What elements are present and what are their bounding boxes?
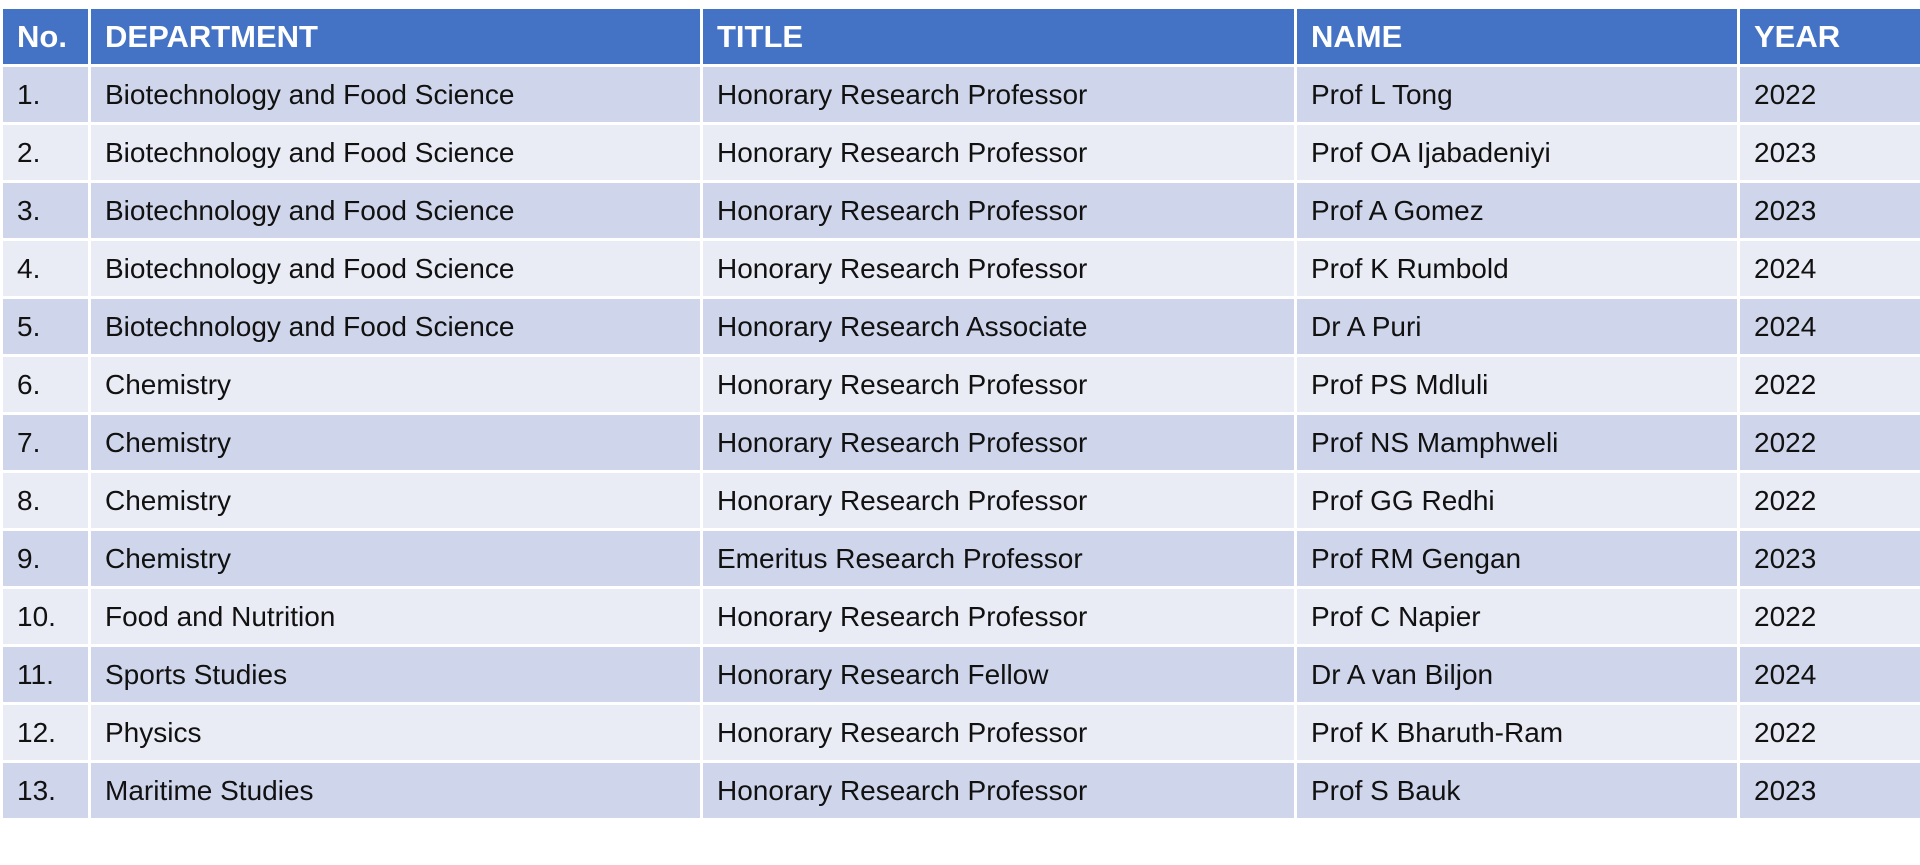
- cell-department: Chemistry: [88, 412, 703, 473]
- table-row: 3. Biotechnology and Food Science Honorary…: [0, 180, 1920, 241]
- cell-department: Chemistry: [88, 470, 703, 531]
- cell-department: Chemistry: [88, 354, 703, 415]
- cell-title: Honorary Research Professor: [700, 64, 1297, 125]
- cell-name: Prof PS Mdluli: [1294, 354, 1740, 415]
- cell-year: 2023: [1737, 528, 1920, 589]
- cell-title: Honorary Research Professor: [700, 122, 1297, 183]
- cell-year: 2024: [1737, 238, 1920, 299]
- cell-name: Dr A Puri: [1294, 296, 1740, 357]
- header-year: YEAR: [1737, 6, 1920, 67]
- cell-year: 2023: [1737, 122, 1920, 183]
- cell-name: Prof OA Ijabadeniyi: [1294, 122, 1740, 183]
- cell-department: Biotechnology and Food Science: [88, 122, 703, 183]
- cell-no: 7.: [0, 412, 91, 473]
- cell-department: Chemistry: [88, 528, 703, 589]
- cell-year: 2023: [1737, 180, 1920, 241]
- cell-name: Prof A Gomez: [1294, 180, 1740, 241]
- cell-title: Honorary Research Professor: [700, 180, 1297, 241]
- table-row: 13. Maritime Studies Honorary Research Pro…: [0, 760, 1920, 821]
- cell-title: Honorary Research Professor: [700, 354, 1297, 415]
- cell-name: Prof K Rumbold: [1294, 238, 1740, 299]
- table-row: 7. Chemistry Honorary Research Professor Pr…: [0, 412, 1920, 473]
- cell-no: 4.: [0, 238, 91, 299]
- table-row: 9. Chemistry Emeritus Research Professor Pr…: [0, 528, 1920, 589]
- cell-year: 2022: [1737, 354, 1920, 415]
- cell-title: Honorary Research Professor: [700, 412, 1297, 473]
- cell-name: Prof C Napier: [1294, 586, 1740, 647]
- table-row: 2. Biotechnology and Food Science Honorary…: [0, 122, 1920, 183]
- cell-no: 3.: [0, 180, 91, 241]
- header-name: NAME: [1294, 6, 1740, 67]
- cell-department: Biotechnology and Food Science: [88, 180, 703, 241]
- cell-no: 10.: [0, 586, 91, 647]
- table-row: 8. Chemistry Honorary Research Professor Pr…: [0, 470, 1920, 531]
- cell-department: Physics: [88, 702, 703, 763]
- cell-title: Honorary Research Associate: [700, 296, 1297, 357]
- cell-department: Maritime Studies: [88, 760, 703, 821]
- header-row: No. DEPARTMENT TITLE NAME YEAR: [0, 6, 1920, 67]
- table-row: 5. Biotechnology and Food Science Honorary…: [0, 296, 1920, 357]
- cell-title: Honorary Research Professor: [700, 470, 1297, 531]
- cell-name: Prof S Bauk: [1294, 760, 1740, 821]
- cell-year: 2023: [1737, 760, 1920, 821]
- cell-department: Biotechnology and Food Science: [88, 238, 703, 299]
- header-department: DEPARTMENT: [88, 6, 703, 67]
- cell-title: Honorary Research Fellow: [700, 644, 1297, 705]
- cell-year: 2022: [1737, 586, 1920, 647]
- cell-department: Food and Nutrition: [88, 586, 703, 647]
- cell-name: Dr A van Biljon: [1294, 644, 1740, 705]
- cell-name: Prof K Bharuth-Ram: [1294, 702, 1740, 763]
- cell-no: 1.: [0, 64, 91, 125]
- cell-title: Honorary Research Professor: [700, 238, 1297, 299]
- cell-title: Honorary Research Professor: [700, 760, 1297, 821]
- table-row: 6. Chemistry Honorary Research Professor Pr…: [0, 354, 1920, 415]
- table-body: 1. Biotechnology and Food Science Honorary…: [0, 64, 1920, 821]
- cell-year: 2024: [1737, 644, 1920, 705]
- table-container: No. DEPARTMENT TITLE NAME YEAR 1. Biotech…: [0, 6, 1920, 821]
- header-title: TITLE: [700, 6, 1297, 67]
- header-no: No.: [0, 6, 91, 67]
- cell-no: 5.: [0, 296, 91, 357]
- cell-no: 9.: [0, 528, 91, 589]
- table-row: 11. Sports Studies Honorary Research Fello…: [0, 644, 1920, 705]
- cell-year: 2024: [1737, 296, 1920, 357]
- cell-year: 2022: [1737, 470, 1920, 531]
- cell-department: Sports Studies: [88, 644, 703, 705]
- cell-name: Prof RM Gengan: [1294, 528, 1740, 589]
- table-row: 10. Food and Nutrition Honorary Research P…: [0, 586, 1920, 647]
- cell-no: 11.: [0, 644, 91, 705]
- cell-title: Emeritus Research Professor: [700, 528, 1297, 589]
- table-header: No. DEPARTMENT TITLE NAME YEAR: [0, 6, 1920, 67]
- cell-department: Biotechnology and Food Science: [88, 296, 703, 357]
- cell-no: 2.: [0, 122, 91, 183]
- cell-year: 2022: [1737, 64, 1920, 125]
- cell-no: 6.: [0, 354, 91, 415]
- cell-year: 2022: [1737, 702, 1920, 763]
- cell-name: Prof NS Mamphweli: [1294, 412, 1740, 473]
- honorary-appointments-table: No. DEPARTMENT TITLE NAME YEAR 1. Biotech…: [0, 6, 1920, 821]
- cell-no: 13.: [0, 760, 91, 821]
- cell-title: Honorary Research Professor: [700, 586, 1297, 647]
- table-row: 4. Biotechnology and Food Science Honorary…: [0, 238, 1920, 299]
- cell-no: 12.: [0, 702, 91, 763]
- cell-name: Prof GG Redhi: [1294, 470, 1740, 531]
- cell-no: 8.: [0, 470, 91, 531]
- cell-year: 2022: [1737, 412, 1920, 473]
- cell-name: Prof L Tong: [1294, 64, 1740, 125]
- cell-department: Biotechnology and Food Science: [88, 64, 703, 125]
- table-row: 1. Biotechnology and Food Science Honorary…: [0, 64, 1920, 125]
- table-row: 12. Physics Honorary Research Professor Pro…: [0, 702, 1920, 763]
- cell-title: Honorary Research Professor: [700, 702, 1297, 763]
